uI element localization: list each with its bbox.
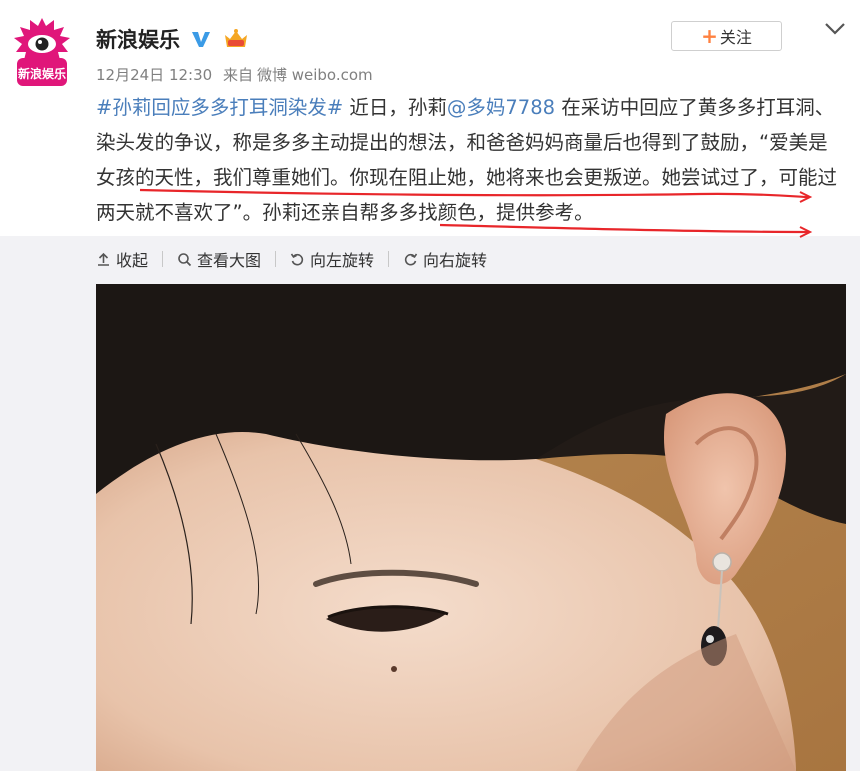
portrait-photo bbox=[96, 284, 846, 771]
chevron-down-icon[interactable] bbox=[823, 18, 847, 38]
view-large-label: 查看大图 bbox=[197, 251, 262, 270]
verified-v-icon[interactable] bbox=[190, 28, 212, 50]
post-meta: 12月24日 12:30 来自 微博 weibo.com bbox=[96, 64, 379, 85]
vip-crown-icon[interactable] bbox=[222, 27, 250, 51]
sina-entertainment-logo: 新浪娱乐 bbox=[14, 18, 70, 86]
follow-label: 关注 bbox=[719, 28, 752, 47]
post-timestamp[interactable]: 12月24日 12:30 bbox=[96, 66, 212, 84]
rotate-left-label: 向左旋转 bbox=[310, 251, 375, 270]
upload-arrow-icon bbox=[98, 252, 109, 266]
plus-icon: + bbox=[701, 24, 718, 48]
collapse-label: 收起 bbox=[116, 251, 149, 270]
author-avatar[interactable]: 新浪娱乐 bbox=[10, 14, 74, 94]
post-source[interactable]: 微博 weibo.com bbox=[257, 66, 373, 84]
collapse-button[interactable]: 收起 bbox=[96, 247, 148, 271]
rotate-right-label: 向右旋转 bbox=[423, 251, 488, 270]
search-icon bbox=[178, 252, 192, 266]
view-large-button[interactable]: 查看大图 bbox=[177, 247, 261, 271]
toolbar-divider bbox=[388, 251, 390, 267]
hashtag-link[interactable]: #孙莉回应多多打耳洞染发# bbox=[96, 96, 343, 119]
post-body: #孙莉回应多多打耳洞染发# 近日，孙莉@多妈7788 在采访中回应了黄多多打耳洞… bbox=[96, 90, 844, 230]
mention-link[interactable]: @多妈7788 bbox=[447, 96, 555, 119]
follow-button[interactable]: + 关注 bbox=[671, 21, 782, 51]
author-name[interactable]: 新浪娱乐 bbox=[96, 24, 180, 54]
rotate-right-icon bbox=[404, 253, 418, 265]
toolbar-divider bbox=[275, 251, 277, 267]
image-toolbar: 收起 查看大图 向左旋转 向右旋转 bbox=[96, 244, 487, 274]
rotate-left-button[interactable]: 向左旋转 bbox=[290, 247, 374, 271]
rotate-right-button[interactable]: 向右旋转 bbox=[403, 247, 487, 271]
avatar-text: 新浪娱乐 bbox=[18, 66, 66, 81]
toolbar-divider bbox=[162, 251, 164, 267]
post-photo[interactable] bbox=[96, 284, 846, 771]
rotate-left-icon bbox=[290, 253, 304, 265]
post-text-1: 近日，孙莉 bbox=[343, 96, 447, 119]
source-prefix: 来自 bbox=[222, 66, 253, 84]
